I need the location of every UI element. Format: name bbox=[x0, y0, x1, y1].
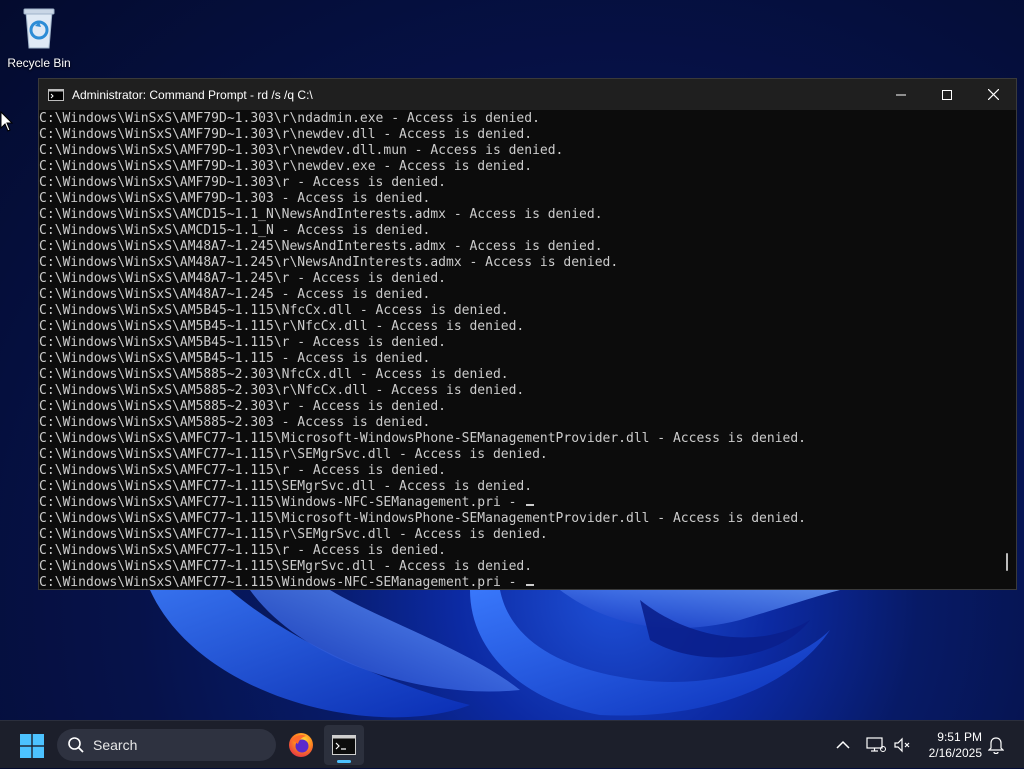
console-line: C:\Windows\WinSxS\AM5885~2.303\r\NfcCx.d… bbox=[39, 383, 525, 398]
console-line: C:\Windows\WinSxS\AMFC77~1.115\Windows-N… bbox=[39, 495, 1016, 511]
console-line: C:\Windows\WinSxS\AMFC77~1.115\Microsoft… bbox=[39, 431, 807, 446]
search-icon bbox=[67, 736, 85, 754]
console-line: C:\Windows\WinSxS\AMFC77~1.115\SEMgrSvc.… bbox=[39, 479, 533, 494]
console-line: C:\Windows\WinSxS\AMFC77~1.115\r - Acces… bbox=[39, 463, 446, 478]
console-line: C:\Windows\WinSxS\AMFC77~1.115\r - Acces… bbox=[39, 543, 446, 558]
console-line: C:\Windows\WinSxS\AM48A7~1.245\NewsAndIn… bbox=[39, 239, 603, 254]
clock-time: 9:51 PM bbox=[937, 730, 982, 744]
terminal-icon bbox=[332, 735, 356, 755]
console-line: C:\Windows\WinSxS\AMCD15~1.1_N - Access … bbox=[39, 223, 431, 238]
network-icon bbox=[866, 737, 886, 752]
volume-muted-icon bbox=[894, 737, 910, 753]
volume-status[interactable] bbox=[893, 721, 911, 769]
notification-bell-icon bbox=[988, 737, 1004, 754]
console-line: C:\Windows\WinSxS\AMFC77~1.115\Microsoft… bbox=[39, 511, 807, 526]
start-button[interactable] bbox=[20, 734, 44, 762]
console-line: C:\Windows\WinSxS\AM5885~2.303 - Access … bbox=[39, 415, 431, 430]
taskbar: Search 9:51 PM 2/16/2025 bbox=[0, 720, 1024, 768]
recycle-bin-icon bbox=[19, 6, 59, 54]
start-icon bbox=[20, 734, 44, 758]
close-icon bbox=[987, 89, 999, 100]
command-prompt-window[interactable]: Administrator: Command Prompt - rd /s /q… bbox=[38, 78, 1017, 590]
network-status[interactable] bbox=[866, 721, 886, 769]
window-title: Administrator: Command Prompt - rd /s /q… bbox=[72, 87, 313, 102]
recycle-bin-shortcut[interactable]: Recycle Bin bbox=[4, 6, 74, 70]
title-bar[interactable]: Administrator: Command Prompt - rd /s /q… bbox=[39, 79, 1016, 110]
system-clock[interactable]: 9:51 PM 2/16/2025 bbox=[929, 729, 982, 761]
scrollbar-thumb[interactable] bbox=[1006, 553, 1008, 571]
console-line: C:\Windows\WinSxS\AM5B45~1.115 - Access … bbox=[39, 351, 431, 366]
taskbar-firefox[interactable] bbox=[281, 725, 321, 765]
firefox-icon bbox=[289, 733, 313, 757]
text-cursor bbox=[526, 584, 535, 586]
console-line: C:\Windows\WinSxS\AMFC77~1.115\Windows-N… bbox=[39, 575, 1016, 589]
console-line: C:\Windows\WinSxS\AM48A7~1.245\r\NewsAnd… bbox=[39, 255, 619, 270]
console-line: C:\Windows\WinSxS\AMF79D~1.303 - Access … bbox=[39, 191, 431, 206]
taskbar-command-prompt[interactable] bbox=[324, 725, 364, 765]
console-line: C:\Windows\WinSxS\AMF79D~1.303\r\newdev.… bbox=[39, 143, 564, 158]
console-line: C:\Windows\WinSxS\AMF79D~1.303\r\newdev.… bbox=[39, 127, 533, 142]
console-line: C:\Windows\WinSxS\AM5B45~1.115\r - Acces… bbox=[39, 335, 446, 350]
close-button[interactable] bbox=[970, 79, 1016, 110]
tray-overflow-button[interactable] bbox=[836, 721, 850, 769]
active-indicator bbox=[337, 760, 351, 763]
minimize-button[interactable] bbox=[878, 79, 924, 110]
text-cursor bbox=[526, 504, 535, 506]
search-placeholder: Search bbox=[93, 737, 138, 753]
minimize-icon bbox=[896, 94, 906, 95]
console-line: C:\Windows\WinSxS\AM48A7~1.245\r - Acces… bbox=[39, 271, 446, 286]
console-line: C:\Windows\WinSxS\AMCD15~1.1_N\NewsAndIn… bbox=[39, 207, 603, 222]
console-line: C:\Windows\WinSxS\AM48A7~1.245 - Access … bbox=[39, 287, 431, 302]
console-line: C:\Windows\WinSxS\AM5885~2.303\NfcCx.dll… bbox=[39, 367, 509, 382]
maximize-icon bbox=[942, 89, 952, 100]
console-line: C:\Windows\WinSxS\AM5B45~1.115\r\NfcCx.d… bbox=[39, 319, 525, 334]
console-line: C:\Windows\WinSxS\AM5B45~1.115\NfcCx.dll… bbox=[39, 303, 509, 318]
clock-date: 2/16/2025 bbox=[928, 746, 982, 760]
console-line: C:\Windows\WinSxS\AMFC77~1.115\r\SEMgrSv… bbox=[39, 527, 548, 542]
chevron-up-icon bbox=[836, 740, 850, 749]
recycle-bin-label: Recycle Bin bbox=[7, 56, 71, 70]
console-line: C:\Windows\WinSxS\AMFC77~1.115\SEMgrSvc.… bbox=[39, 559, 533, 574]
console-output[interactable]: C:\Windows\WinSxS\AMF79D~1.303\r\ndadmin… bbox=[39, 110, 1016, 589]
console-line: C:\Windows\WinSxS\AMFC77~1.115\r\SEMgrSv… bbox=[39, 447, 548, 462]
search-box[interactable]: Search bbox=[57, 729, 276, 761]
mouse-cursor-icon bbox=[0, 111, 14, 132]
cmd-icon bbox=[48, 88, 64, 101]
maximize-button[interactable] bbox=[924, 79, 970, 110]
console-line: C:\Windows\WinSxS\AM5885~2.303\r - Acces… bbox=[39, 399, 446, 414]
console-line: C:\Windows\WinSxS\AMF79D~1.303\r\ndadmin… bbox=[39, 111, 540, 126]
console-line: C:\Windows\WinSxS\AMF79D~1.303\r\newdev.… bbox=[39, 159, 533, 174]
notifications-button[interactable] bbox=[988, 721, 1004, 769]
console-line: C:\Windows\WinSxS\AMF79D~1.303\r - Acces… bbox=[39, 175, 446, 190]
